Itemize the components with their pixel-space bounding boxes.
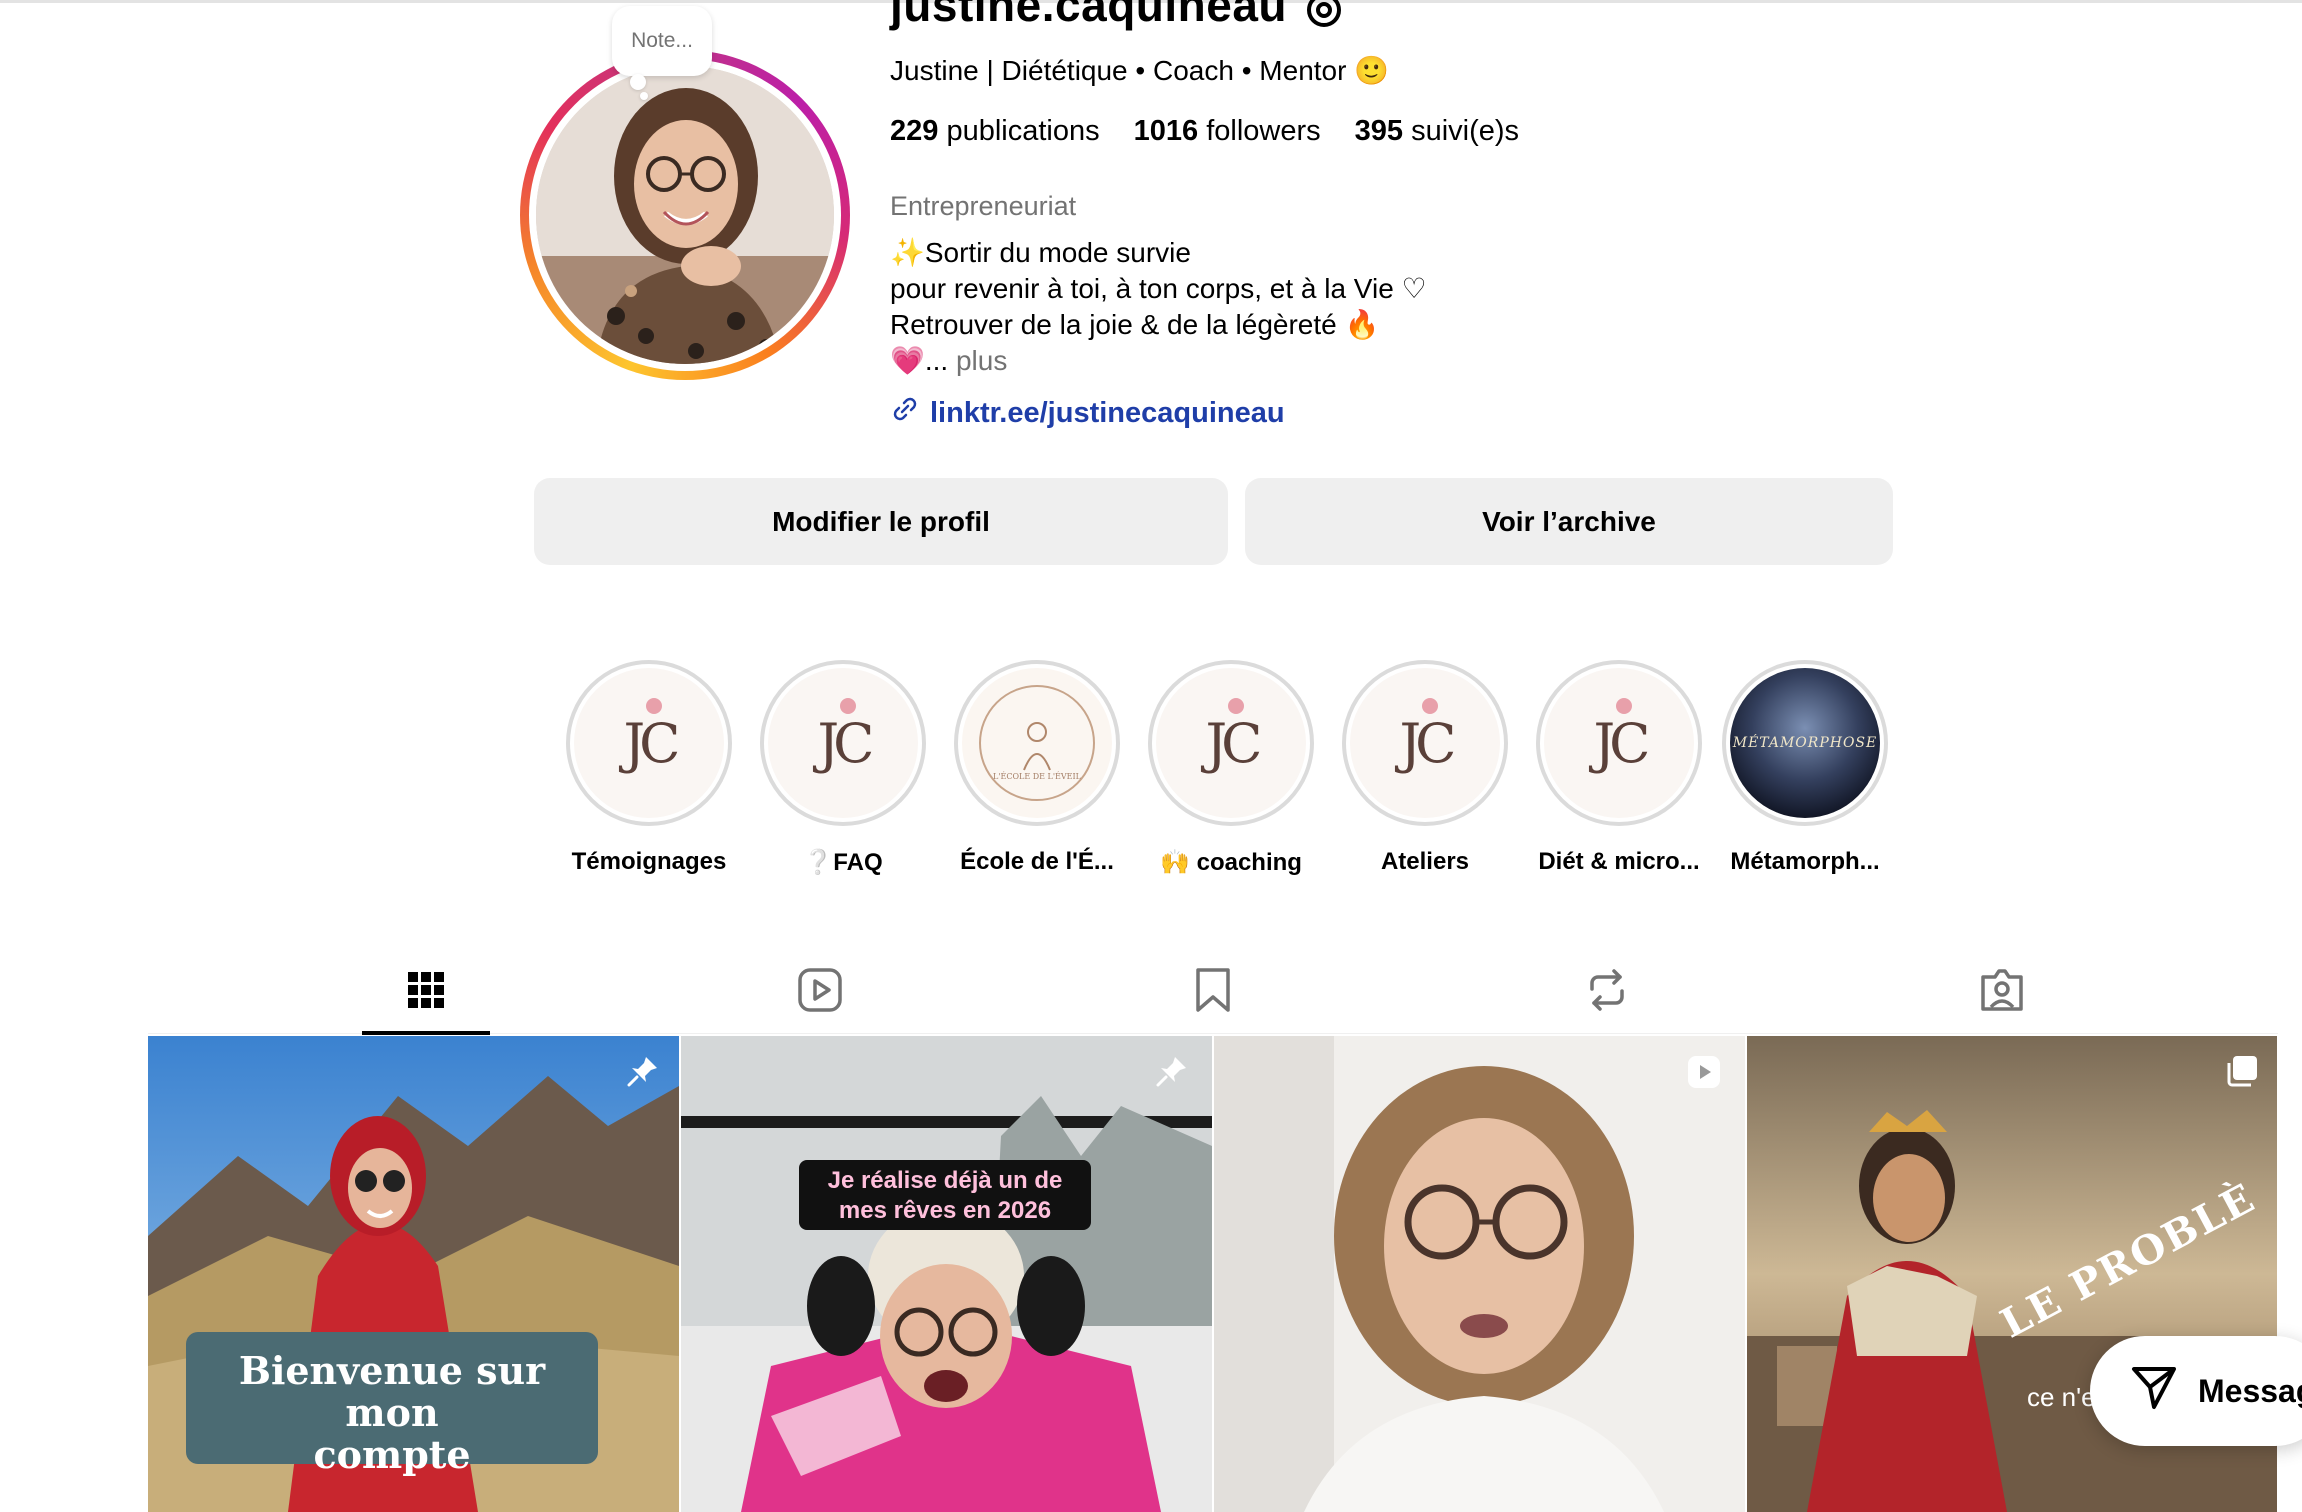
gear-icon[interactable] [1300, 0, 1348, 39]
bookmark-icon [1196, 968, 1230, 1012]
highlight-ring: L'ÉCOLE DE L'ÉVEIL [954, 660, 1120, 826]
followers-count: 1016 [1133, 115, 1199, 147]
highlight-temoignages[interactable]: JC Témoignages [563, 660, 735, 876]
highlight-ring: JC [1148, 660, 1314, 826]
highlight-label: ❔FAQ [803, 849, 883, 876]
bio-more-link[interactable]: plus [948, 345, 1007, 376]
tab-reels[interactable] [790, 960, 850, 1020]
highlight-label: Témoignages [571, 848, 727, 875]
post-overlay-text: Bienvenue sur mon compte [186, 1350, 598, 1476]
tab-active-indicator [362, 1031, 490, 1035]
note-bubble-tail-small [640, 92, 648, 100]
overlay-line: mes rêves en 2026 [838, 1197, 1052, 1224]
view-archive-button[interactable]: Voir l’archive [1245, 478, 1893, 565]
post-tile[interactable]: Bienvenue sur mon compte [148, 1036, 679, 1512]
jc-logo-icon: JC [574, 668, 724, 818]
ecole-logo-text: L'ÉCOLE DE L'ÉVEIL [993, 772, 1081, 781]
reel-icon [1686, 1054, 1722, 1095]
metamorphose-text: MÉTAMORPHOSE [1732, 735, 1878, 751]
message-button[interactable]: Messag [2090, 1336, 2302, 1446]
grid-icon [408, 972, 444, 1008]
note-bubble[interactable]: Note... [612, 6, 712, 76]
highlight-ecole[interactable]: L'ÉCOLE DE L'ÉVEIL École de l'É... [951, 660, 1123, 876]
highlight-diet[interactable]: JC Diét & micro... [1533, 660, 1705, 876]
tab-tagged[interactable] [1972, 960, 2032, 1020]
post-tile[interactable]: Je réalise déjà un de mes rêves en 2026 [681, 1036, 1212, 1512]
overlay-line: Je réalise déjà un de [827, 1167, 1063, 1194]
followers-stat[interactable]: 1016 followers [1134, 115, 1321, 148]
profile-link[interactable]: linktr.ee/justinecaquineau [890, 394, 1285, 432]
jc-logo-icon: JC [1350, 668, 1500, 818]
username: justine.caquineau [890, 0, 1288, 31]
followers-label: followers [1206, 115, 1321, 147]
posts-stat: 229 publications [890, 115, 1100, 148]
post-overlay-text: Je réalise déjà un de mes rêves en 2026 [799, 1166, 1091, 1226]
repost-icon [1590, 969, 1624, 1011]
overlay-line: compte [313, 1432, 471, 1477]
full-name: Justine | Diététique • Coach • Mentor 🙂 [890, 55, 1390, 86]
message-label: Messag [2198, 1372, 2302, 1409]
highlight-ring: JC [1342, 660, 1508, 826]
link-icon [890, 394, 920, 432]
profile-stats: 229 publications 1016 followers 395 suiv… [890, 115, 1519, 148]
bio: ✨Sortir du mode survie pour revenir à to… [890, 235, 1427, 379]
highlight-label: Ateliers [1380, 848, 1470, 875]
link-text: linktr.ee/justinecaquineau [930, 396, 1285, 429]
bio-line-last: 💗... plus [890, 343, 1427, 379]
jc-logo-icon: JC [1156, 668, 1306, 818]
carousel-icon [2225, 1054, 2259, 1093]
highlight-ring: MÉTAMORPHOSE [1722, 660, 1888, 826]
bio-line: ✨Sortir du mode survie [890, 237, 1191, 268]
reels-icon [798, 968, 842, 1012]
jc-logo-icon: JC [1544, 668, 1694, 818]
bio-line: pour revenir à toi, à ton corps, et à la… [890, 273, 1427, 304]
edit-profile-button[interactable]: Modifier le profil [534, 478, 1228, 565]
bio-line: 💗... [890, 345, 949, 376]
tab-reposts[interactable] [1577, 960, 1637, 1020]
pin-icon [626, 1054, 660, 1093]
highlight-metamorphose[interactable]: MÉTAMORPHOSE Métamorph... [1719, 660, 1891, 876]
post-overlay-subtext: ce n'e [2027, 1382, 2096, 1412]
highlight-coaching[interactable]: JC 🙌 coaching [1145, 660, 1317, 877]
highlight-label: 🙌 coaching [1160, 849, 1302, 876]
posts-label: publications [946, 115, 1100, 147]
highlight-label: Diét & micro... [1538, 848, 1700, 875]
pin-icon [1155, 1054, 1189, 1093]
note-text: Note... [631, 29, 693, 52]
following-stat[interactable]: 395 suivi(e)s [1355, 115, 1519, 148]
highlight-ring: JC [760, 660, 926, 826]
avatar[interactable] [536, 66, 834, 364]
following-count: 395 [1354, 115, 1404, 147]
highlight-ring: JC [1536, 660, 1702, 826]
jc-logo-icon: JC [768, 668, 918, 818]
tagged-icon [1981, 969, 2023, 1011]
tab-posts[interactable] [396, 960, 456, 1020]
ecole-logo-icon: L'ÉCOLE DE L'ÉVEIL [962, 668, 1112, 818]
highlight-ring: JC [566, 660, 732, 826]
metamorphose-image-icon: MÉTAMORPHOSE [1730, 668, 1880, 818]
overlay-line: Bienvenue sur mon [238, 1348, 546, 1435]
following-label: suivi(e)s [1411, 115, 1520, 147]
highlight-label: École de l'É... [960, 848, 1114, 875]
highlight-faq[interactable]: JC ❔FAQ [757, 660, 929, 877]
highlight-label: Métamorph... [1730, 848, 1880, 875]
profile-category: Entrepreneuriat [890, 191, 1077, 221]
note-bubble-tail [630, 74, 646, 90]
send-icon [2130, 1363, 2178, 1419]
post-tile[interactable] [1214, 1036, 1745, 1512]
highlight-ateliers[interactable]: JC Ateliers [1339, 660, 1511, 876]
bio-line: Retrouver de la joie & de la légèreté 🔥 [890, 309, 1380, 340]
tab-saved[interactable] [1183, 960, 1243, 1020]
posts-count: 229 [890, 115, 939, 147]
